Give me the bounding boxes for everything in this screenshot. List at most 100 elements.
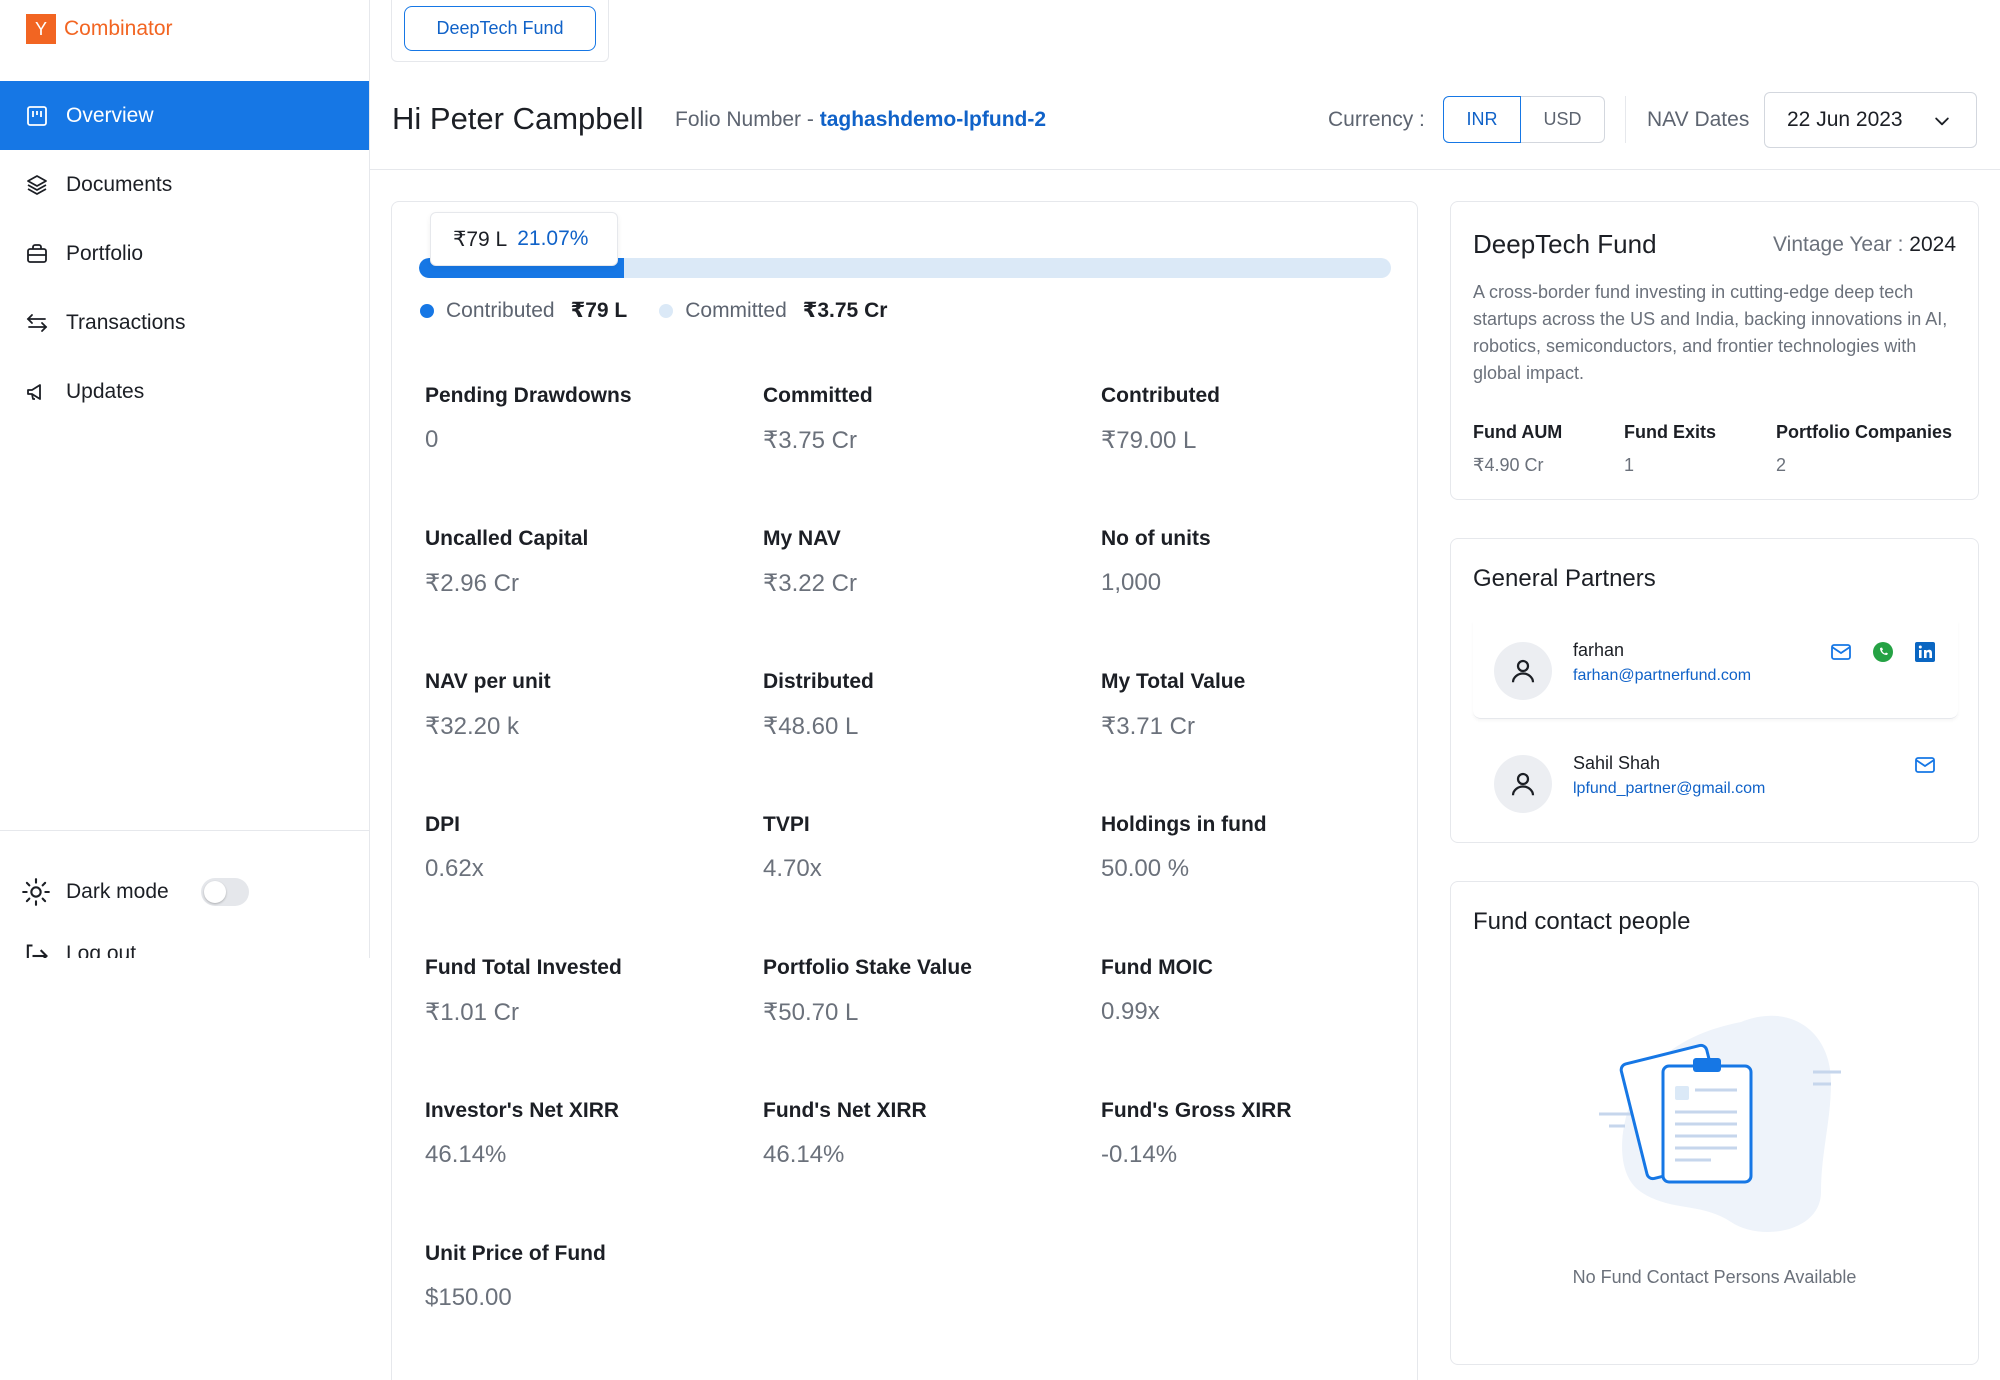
folio-number: Folio Number - taghashdemo-lpfund-2 — [675, 108, 1046, 132]
metric-item: No of units 1,000 — [1101, 527, 1431, 597]
metric-value: ₹3.22 Cr — [763, 570, 857, 597]
metric-item: NAV per unit ₹32.20 k — [425, 670, 755, 741]
metric-value: ₹50.70 L — [763, 999, 859, 1026]
metric-value: 1,000 — [1101, 569, 1162, 596]
fund-stat-portfolio-companies: Portfolio Companies 2 — [1776, 422, 1952, 476]
metric-value: 0.99x — [1101, 998, 1160, 1025]
sidebar-item-transactions[interactable]: Transactions — [0, 288, 369, 357]
legend-dot-contributed — [420, 303, 434, 318]
metric-item: Distributed ₹48.60 L — [763, 670, 1093, 741]
metric-item: Fund Total Invested ₹1.01 Cr — [425, 956, 755, 1027]
legend-contributed-value: ₹79 L — [570, 299, 628, 322]
metric-label: DPI — [425, 813, 461, 836]
nav-date-value: 22 Jun 2023 — [1787, 108, 1903, 131]
metric-label: Fund's Net XIRR — [763, 1099, 927, 1122]
progress-tooltip: ₹79 L 21.07% — [430, 212, 618, 266]
whatsapp-icon[interactable] — [1870, 639, 1896, 665]
metric-label: My Total Value — [1101, 670, 1246, 693]
fund-tab-deeptech[interactable]: DeepTech Fund — [404, 6, 596, 51]
metric-item: DPI 0.62x — [425, 813, 755, 883]
metric-value: ₹3.71 Cr — [1101, 713, 1195, 740]
user-icon — [1511, 772, 1535, 796]
partner-row: Sahil Shah lpfund_partner@gmail.com — [1473, 734, 1958, 832]
vintage-value: 2024 — [1909, 233, 1956, 256]
metric-item: Investor's Net XIRR 46.14% — [425, 1099, 755, 1169]
metric-item: Pending Drawdowns 0 — [425, 384, 755, 454]
sidebar: Y Combinator Overview Documents Portfoli… — [0, 0, 370, 958]
metric-label: NAV per unit — [425, 670, 551, 693]
legend-committed: Committed ₹3.75 Cr — [659, 298, 887, 323]
general-partners-card: General Partners farhan farhan@partnerfu… — [1450, 538, 1979, 843]
metric-value: 46.14% — [763, 1141, 845, 1168]
nav-dates-label: NAV Dates — [1647, 108, 1750, 131]
metric-value: ₹2.96 Cr — [425, 570, 519, 597]
partner-email[interactable]: farhan@partnerfund.com — [1573, 667, 1751, 685]
currency-inr-button[interactable]: INR — [1443, 96, 1521, 143]
sidebar-item-overview[interactable]: Overview — [0, 81, 369, 150]
linkedin-icon[interactable] — [1912, 639, 1938, 665]
dark-mode-row: Dark mode — [22, 878, 249, 906]
metric-item: TVPI 4.70x — [763, 813, 1093, 883]
folio-label: Folio Number - — [675, 108, 820, 131]
partner-contact-icons — [1812, 639, 1938, 665]
metric-label: Holdings in fund — [1101, 813, 1267, 836]
page-header: Hi Peter Campbell Folio Number - taghash… — [370, 62, 2000, 170]
currency-usd-button[interactable]: USD — [1521, 96, 1605, 143]
fund-stat-value: 1 — [1624, 455, 1635, 475]
user-icon — [1511, 659, 1535, 683]
sidebar-item-label: Transactions — [66, 310, 186, 334]
partner-email[interactable]: lpfund_partner@gmail.com — [1573, 780, 1765, 798]
metric-value: ₹79.00 L — [1101, 427, 1197, 454]
legend-dot-committed — [659, 303, 674, 318]
legend-contributed: Contributed ₹79 L — [420, 298, 627, 323]
metric-value: ₹3.75 Cr — [763, 427, 857, 454]
chevron-down-icon — [1935, 117, 1949, 126]
nav-date-select[interactable]: 22 Jun 2023 — [1764, 92, 1977, 148]
vintage-label: Vintage Year : — [1773, 233, 1910, 256]
logout-button[interactable]: Log out — [22, 942, 136, 958]
metric-label: TVPI — [763, 813, 810, 836]
currency-switch: INR USD — [1443, 96, 1605, 143]
partner-row: farhan farhan@partnerfund.com — [1473, 621, 1958, 719]
metric-label: Distributed — [763, 670, 874, 693]
mail-icon[interactable] — [1912, 752, 1938, 778]
fund-stat-value: ₹4.90 Cr — [1473, 455, 1544, 475]
logo[interactable]: Y Combinator — [26, 14, 173, 44]
empty-state-text: No Fund Contact Persons Available — [1572, 1267, 1857, 1287]
metric-item: Fund MOIC 0.99x — [1101, 956, 1431, 1026]
metric-label: Contributed — [1101, 384, 1220, 407]
metric-label: No of units — [1101, 527, 1211, 550]
sidebar-item-portfolio[interactable]: Portfolio — [0, 219, 369, 288]
folio-link[interactable]: taghashdemo-lpfund-2 — [820, 108, 1046, 131]
metric-label: Fund's Gross XIRR — [1101, 1099, 1292, 1122]
sidebar-item-documents[interactable]: Documents — [0, 150, 369, 219]
metric-item: My NAV ₹3.22 Cr — [763, 527, 1093, 598]
metric-label: Portfolio Stake Value — [763, 956, 972, 979]
sidebar-item-updates[interactable]: Updates — [0, 357, 369, 426]
avatar — [1494, 755, 1552, 813]
empty-clipboard-illustration-icon — [1599, 1015, 1841, 1232]
metric-value: ₹32.20 k — [425, 713, 519, 740]
metric-item: Uncalled Capital ₹2.96 Cr — [425, 527, 755, 598]
metric-value: ₹1.01 Cr — [425, 999, 519, 1026]
fund-stat-label: Fund Exits — [1624, 422, 1717, 442]
metric-item: Committed ₹3.75 Cr — [763, 384, 1093, 455]
fund-stat-exits: Fund Exits 1 — [1624, 422, 1776, 476]
metric-value: 50.00 % — [1101, 855, 1190, 882]
header-divider — [1625, 96, 1626, 143]
partner-name: farhan — [1573, 640, 1625, 660]
metric-label: Uncalled Capital — [425, 527, 589, 550]
transfer-icon — [24, 310, 50, 336]
metric-label: Unit Price of Fund — [425, 1242, 606, 1265]
dark-mode-toggle[interactable] — [200, 878, 249, 906]
dark-mode-label: Dark mode — [66, 880, 169, 903]
mail-icon[interactable] — [1828, 639, 1854, 665]
partner-name: Sahil Shah — [1573, 753, 1661, 773]
logo-text: Combinator — [64, 17, 173, 40]
legend-contributed-label: Contributed — [446, 298, 555, 322]
legend-committed-label: Committed — [685, 298, 787, 322]
logo-mark: Y — [26, 14, 56, 44]
layers-icon — [24, 172, 50, 198]
sidebar-item-label: Overview — [66, 103, 154, 127]
metric-value: 0 — [425, 426, 439, 453]
